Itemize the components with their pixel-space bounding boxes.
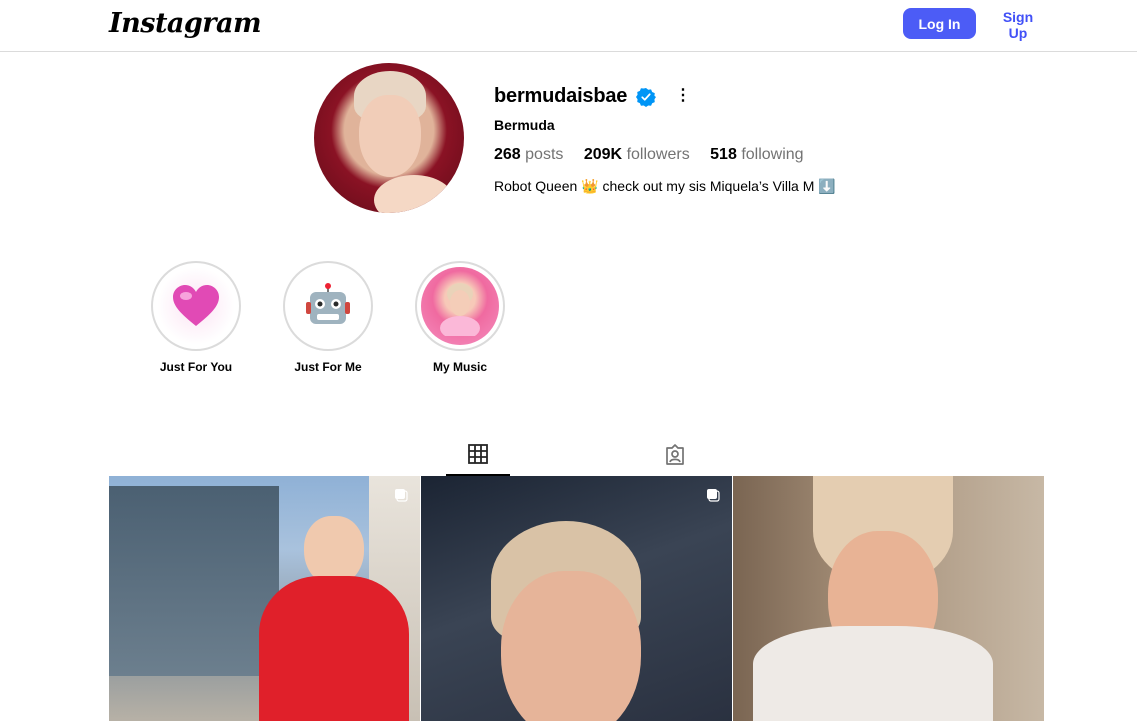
post-tile[interactable] xyxy=(733,476,1044,721)
post-tile[interactable] xyxy=(109,476,420,721)
person-face xyxy=(501,571,641,721)
verified-badge-icon xyxy=(636,88,656,107)
post-tile[interactable] xyxy=(421,476,732,721)
building xyxy=(109,486,279,676)
highlight-ring xyxy=(151,261,241,351)
portrait-photo xyxy=(421,267,499,345)
profile-avatar[interactable] xyxy=(314,63,464,213)
following-count[interactable]: 518 following xyxy=(710,146,803,164)
avatar-face xyxy=(359,95,421,177)
profile-bio: Robot Queen 👑 check out my sis Miquela’s… xyxy=(494,178,836,194)
robot-icon xyxy=(289,267,367,345)
heart-icon-graphic xyxy=(173,285,219,326)
highlight-label: Just For Me xyxy=(294,360,362,374)
profile-username: bermudaisbae xyxy=(494,85,628,107)
tab-tagged[interactable] xyxy=(643,438,707,476)
top-navigation-bar: Instagram Log In Sign Up xyxy=(0,0,1137,52)
highlight-ring xyxy=(415,261,505,351)
posts-count: 268 posts xyxy=(494,146,564,163)
red-outfit xyxy=(259,576,409,721)
robot-icon-graphic xyxy=(306,283,350,324)
highlight-label: My Music xyxy=(432,360,487,374)
profile-stats: 268 posts 209K followers 518 following xyxy=(494,146,820,164)
avatar-shoulder xyxy=(374,175,454,213)
tagged-user-icon xyxy=(666,444,684,465)
tab-posts-grid[interactable] xyxy=(446,438,510,476)
posts-grid xyxy=(109,476,1044,721)
highlight-my-music[interactable]: My Music xyxy=(415,261,505,374)
white-outfit xyxy=(753,626,993,721)
grid-icon xyxy=(468,444,488,464)
instagram-logo[interactable]: Instagram xyxy=(109,8,262,39)
highlight-just-for-me[interactable]: Just For Me xyxy=(283,261,373,374)
more-options-icon[interactable]: ⋮ xyxy=(673,86,693,106)
profile-full-name: Bermuda xyxy=(494,117,555,133)
highlight-just-for-you[interactable]: Just For You xyxy=(151,261,241,374)
heart-icon xyxy=(157,267,235,345)
login-button[interactable]: Log In xyxy=(903,8,976,39)
portrait-photo-graphic xyxy=(440,283,480,336)
signup-button[interactable]: Sign Up xyxy=(986,8,1050,41)
carousel-icon xyxy=(395,489,408,502)
followers-count[interactable]: 209K followers xyxy=(584,146,690,164)
highlight-ring xyxy=(283,261,373,351)
profile-tabs xyxy=(109,437,1044,476)
highlight-label: Just For You xyxy=(159,360,233,374)
carousel-icon xyxy=(707,489,720,502)
